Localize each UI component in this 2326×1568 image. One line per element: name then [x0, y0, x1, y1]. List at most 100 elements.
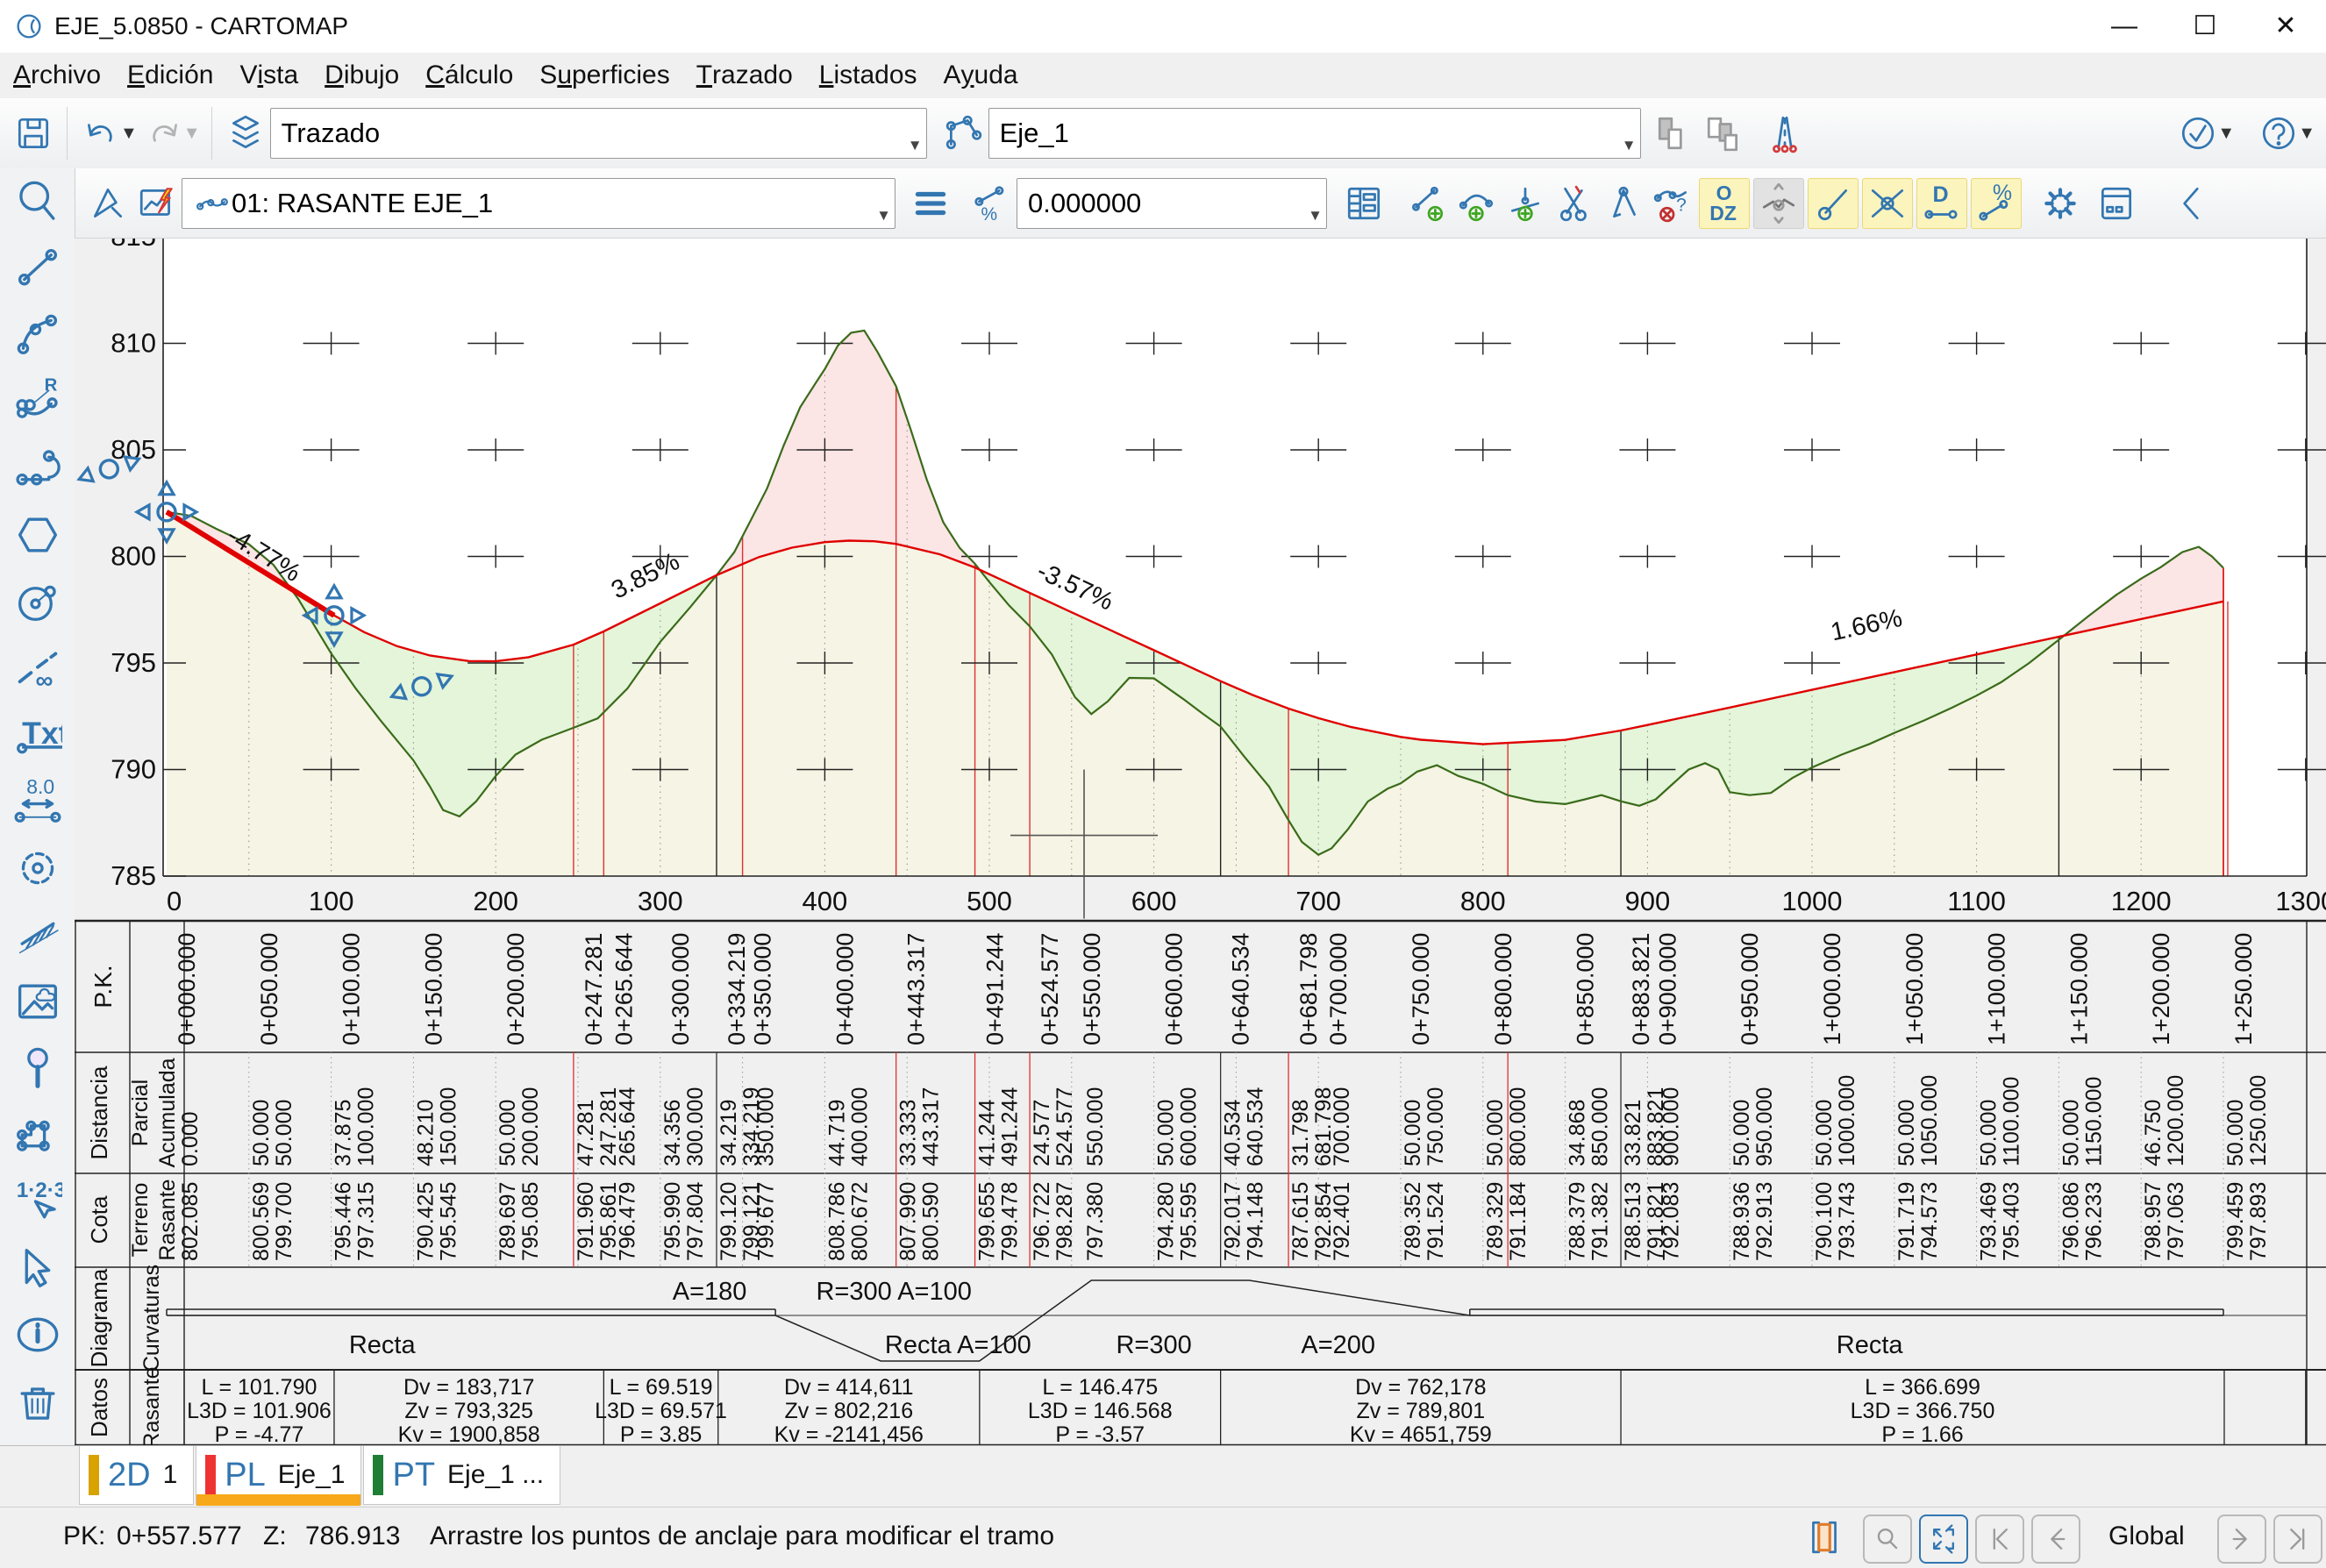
add-curve-button[interactable] — [1452, 179, 1501, 228]
slope-combobox[interactable]: 0.000000 ▼ — [1017, 178, 1327, 229]
zoom-fit-button[interactable] — [1919, 1515, 1968, 1564]
menu-item-dibujo[interactable]: Dibujo — [311, 53, 412, 98]
menu-item-listados[interactable]: Listados — [806, 53, 931, 98]
x-axis-label: 200 — [473, 886, 518, 916]
pin-tool-button[interactable] — [0, 1035, 75, 1101]
table-cell: 50.000 — [1154, 1100, 1179, 1166]
menu-item-edición[interactable]: Edición — [114, 53, 226, 98]
rasante-list-button[interactable] — [906, 179, 955, 228]
axis-combobox[interactable]: Eje_1 ▼ — [988, 108, 1641, 159]
book-pages-icon[interactable] — [1800, 1513, 1849, 1562]
validate-button[interactable] — [2173, 109, 2223, 158]
table-cell: 0+950.000 — [1737, 933, 1763, 1045]
table-cell: 793.469 — [1977, 1182, 2001, 1261]
rasante-combobox[interactable]: 01: RASANTE EJE_1 ▼ — [182, 178, 895, 229]
spline-tool-button[interactable] — [0, 835, 75, 902]
table-cell: 1150.000 — [2081, 1077, 2106, 1166]
vertex-move-button[interactable] — [1753, 178, 1804, 229]
tab-2d-1[interactable]: 2D1 — [79, 1446, 194, 1505]
table-cell: 1200.000 — [2164, 1075, 2188, 1166]
polygon-tool-button[interactable] — [0, 502, 75, 568]
numbering-123-tool-button[interactable]: 1·2·3 — [0, 1168, 75, 1235]
x-axis-label: 1000 — [1782, 886, 1843, 916]
redo-dropdown[interactable]: ▼ — [183, 124, 201, 144]
undo-button[interactable] — [76, 109, 125, 158]
zoom-search-button[interactable] — [1863, 1515, 1912, 1564]
table-cell: 795.446 — [332, 1182, 356, 1261]
tangent-edit-button[interactable] — [1808, 178, 1859, 229]
calculator-panel-button[interactable] — [2092, 179, 2141, 228]
layers-icon[interactable] — [221, 109, 270, 158]
nav-last-button[interactable] — [2273, 1515, 2322, 1564]
quick-profile-button[interactable] — [132, 179, 182, 228]
dz-mode-button[interactable]: ODZ — [1699, 178, 1750, 229]
arrange-windows-icon[interactable] — [1650, 109, 1699, 158]
slope-edit-button[interactable]: % — [1971, 178, 2022, 229]
table-cell: 796.086 — [2058, 1182, 2083, 1261]
collapse-toolbar-button[interactable] — [2167, 179, 2216, 228]
road-view-icon[interactable] — [1760, 109, 1809, 158]
slope-combobox-arrow[interactable]: ▼ — [1308, 207, 1323, 225]
table-cell: 800.590 — [919, 1182, 944, 1261]
table-cell: 791.382 — [1588, 1182, 1613, 1261]
layer-combobox[interactable]: Trazado ▼ — [270, 108, 927, 159]
info-tool-button[interactable] — [0, 1301, 75, 1368]
draft-tools-button[interactable] — [83, 179, 132, 228]
settings-gear-button[interactable] — [2036, 179, 2085, 228]
layer-combobox-arrow[interactable]: ▼ — [908, 137, 923, 154]
help-button[interactable] — [2254, 109, 2303, 158]
segment-tool-button[interactable] — [0, 235, 75, 302]
cascade-windows-icon[interactable] — [1699, 109, 1748, 158]
table-cell: 33.333 — [896, 1100, 921, 1166]
y-axis-label: 785 — [111, 860, 156, 891]
delete-vertex-button[interactable]: ? — [1648, 179, 1697, 228]
nav-first-button[interactable] — [1975, 1515, 2024, 1564]
help-dropdown[interactable]: ▼ — [2298, 124, 2315, 144]
image-tool-button[interactable] — [0, 968, 75, 1035]
save-button[interactable] — [9, 109, 58, 158]
add-tangent-point-button[interactable] — [1501, 179, 1550, 228]
select-tool-button[interactable] — [0, 1235, 75, 1301]
menu-item-superficies[interactable]: Superficies — [526, 53, 682, 98]
close-button[interactable]: ✕ — [2245, 0, 2326, 52]
profile-data-form-button[interactable] — [1339, 179, 1388, 228]
menu-item-trazado[interactable]: Trazado — [683, 53, 806, 98]
undo-dropdown[interactable]: ▼ — [120, 124, 138, 144]
arc-s-tool-button[interactable] — [0, 435, 75, 502]
table-cell: 0+800.000 — [1490, 933, 1516, 1045]
nav-prev-button[interactable] — [2031, 1515, 2080, 1564]
distance-edit-button[interactable]: D — [1916, 178, 1967, 229]
table-cell: 50.000 — [1401, 1100, 1425, 1166]
vertex-polygon-tool-button[interactable] — [0, 1101, 75, 1168]
table-cell: 50.000 — [1812, 1100, 1837, 1166]
maximize-button[interactable]: ☐ — [2165, 0, 2245, 52]
tab-pt-eje_1[interactable]: PTEje_1 ... — [363, 1446, 560, 1505]
intersection-button[interactable] — [1862, 178, 1913, 229]
add-segment-button[interactable] — [1402, 179, 1452, 228]
arc-r-tool-button[interactable]: R — [0, 368, 75, 435]
rasante-combobox-arrow[interactable]: ▼ — [876, 207, 891, 225]
redo-button[interactable] — [139, 109, 189, 158]
infinite-line-tool-button[interactable]: ∞ — [0, 635, 75, 702]
menu-item-archivo[interactable]: Archivo — [0, 53, 114, 98]
menu-item-vista[interactable]: Vista — [226, 53, 311, 98]
nav-next-button[interactable] — [2217, 1515, 2266, 1564]
dimension-tool-button[interactable]: 8.0 — [0, 768, 75, 835]
axis-combobox-arrow[interactable]: ▼ — [1622, 137, 1637, 154]
status-mode[interactable]: Global — [2108, 1522, 2185, 1551]
text-tool-button[interactable]: Txt — [0, 702, 75, 768]
measure-compass-button[interactable] — [1599, 179, 1648, 228]
svg-text:Txt: Txt — [22, 716, 62, 751]
menu-item-ayuda[interactable]: Ayuda — [931, 53, 1031, 98]
tab-pl-eje_1[interactable]: PLEje_1 — [196, 1446, 361, 1505]
trash-tool-button[interactable] — [0, 1368, 75, 1435]
minimize-button[interactable]: — — [2084, 0, 2165, 52]
menu-item-cálculo[interactable]: Cálculo — [412, 53, 526, 98]
validate-dropdown[interactable]: ▼ — [2217, 124, 2235, 144]
slope-hatch-tool-button[interactable] — [0, 902, 75, 968]
zoom-tool-button[interactable] — [0, 168, 75, 235]
profile-view[interactable]: 7857907958008058108150100200300400500600… — [75, 239, 2326, 1445]
circle-tool-button[interactable] — [0, 568, 75, 635]
cut-segment-button[interactable] — [1550, 179, 1599, 228]
arc-tool-button[interactable] — [0, 302, 75, 368]
